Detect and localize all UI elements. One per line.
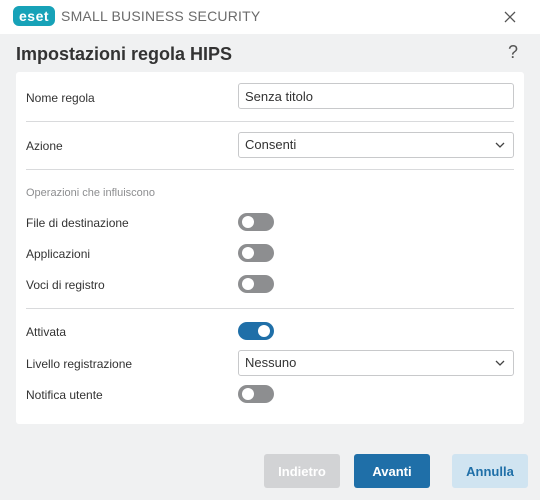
toggle-knob (242, 388, 254, 400)
product-name: SMALL BUSINESS SECURITY (61, 8, 261, 24)
applications-label: Applicazioni (26, 247, 91, 261)
notify-user-toggle[interactable] (238, 385, 274, 403)
toggle-knob (242, 278, 254, 290)
action-select-value: Consenti (245, 137, 297, 152)
log-level-select-value: Nessuno (245, 355, 297, 370)
logo-badge: eset (13, 6, 56, 26)
notify-user-label: Notifica utente (26, 388, 103, 402)
target-files-label: File di destinazione (26, 216, 129, 230)
action-label: Azione (26, 139, 63, 153)
title-bar: eset SMALL BUSINESS SECURITY (0, 0, 540, 34)
next-button[interactable]: Avanti (354, 454, 430, 488)
chevron-down-icon (495, 360, 505, 366)
page-title: Impostazioni regola HIPS (16, 44, 233, 64)
divider (26, 308, 514, 309)
toggle-knob (242, 247, 254, 259)
back-button[interactable]: Indietro (264, 454, 340, 488)
settings-panel: Nome regola Azione Consenti Operazioni c… (16, 72, 524, 424)
enabled-toggle[interactable] (238, 322, 274, 340)
cancel-button[interactable]: Annulla (452, 454, 528, 488)
registry-label: Voci di registro (26, 278, 105, 292)
close-icon (504, 11, 516, 23)
target-files-toggle[interactable] (238, 213, 274, 231)
applications-toggle[interactable] (238, 244, 274, 262)
close-button[interactable] (500, 7, 520, 27)
registry-toggle[interactable] (238, 275, 274, 293)
enabled-label: Attivata (26, 325, 67, 339)
help-icon[interactable]: ? (508, 42, 518, 63)
dialog-header: Impostazioni regola HIPS ? (0, 34, 540, 74)
section-title: Operazioni che influiscono (26, 187, 156, 199)
log-level-label: Livello registrazione (26, 357, 133, 371)
eset-logo: eset SMALL BUSINESS SECURITY (13, 6, 260, 26)
rule-name-input[interactable] (238, 83, 514, 109)
log-level-select[interactable]: Nessuno (238, 350, 514, 376)
rule-name-label: Nome regola (26, 91, 95, 105)
toggle-knob (242, 216, 254, 228)
chevron-down-icon (495, 142, 505, 148)
divider (26, 121, 514, 122)
action-select[interactable]: Consenti (238, 132, 514, 158)
divider (26, 169, 514, 170)
toggle-knob (258, 325, 270, 337)
